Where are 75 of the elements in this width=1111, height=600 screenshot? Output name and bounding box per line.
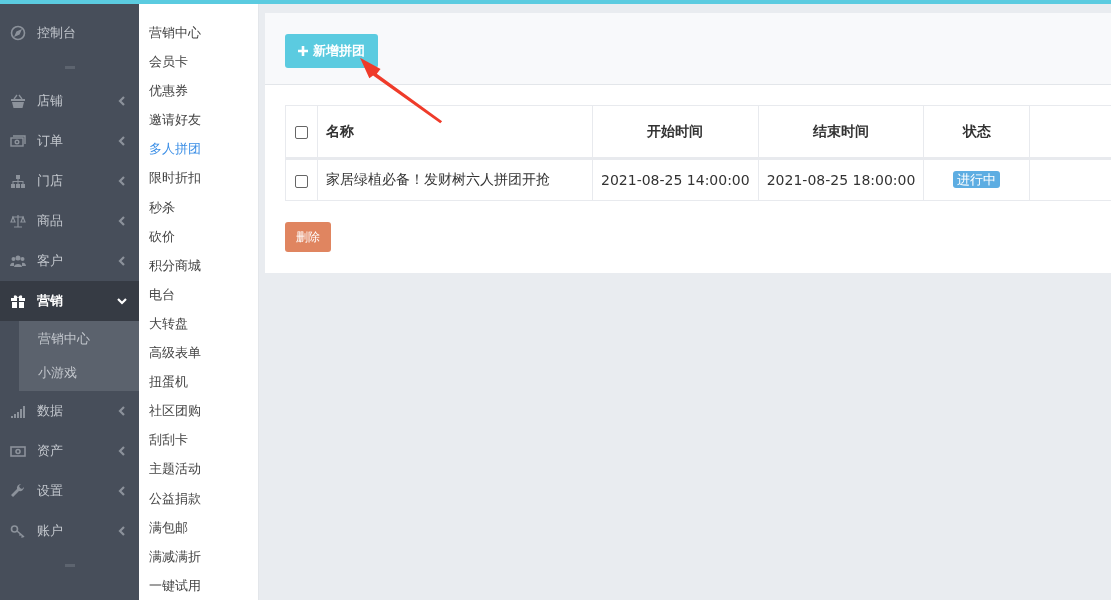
chevron-left-icon [117,486,127,496]
scale-icon [10,213,26,229]
menu-link[interactable]: 刮刮卡 [139,425,258,455]
sidebar-item[interactable]: 商品 [0,201,139,241]
cash-icon [10,443,26,459]
signal-icon [10,403,26,419]
chevron-left-icon [117,256,127,266]
menu-link[interactable]: 会员卡 [139,47,258,77]
money-icon [10,133,26,149]
chevron-left-icon [117,446,127,456]
wrench-icon [10,483,26,499]
column-header: 结束时间 [758,105,924,159]
compass-icon [10,25,26,41]
key-icon [10,523,26,539]
chevron-left-icon [117,216,127,226]
basket-icon [10,93,26,109]
menu-link[interactable]: 砍价 [139,221,258,251]
row-checkbox[interactable] [295,174,308,188]
menu-link[interactable]: 电台 [139,279,258,309]
menu-link[interactable]: 秒杀 [139,192,258,222]
sidebar-item-label: 订单 [37,132,64,150]
sidebar-item[interactable]: 数据 [0,391,139,431]
menu-link[interactable]: 营销中心 [139,18,258,48]
menu-link[interactable]: 限时折扣 [139,163,258,193]
sidebar-item-label: 客户 [37,252,64,270]
sidebar-item[interactable]: 客户 [0,241,139,281]
chevron-left-icon [117,96,127,106]
chevron-down-icon [117,296,127,306]
menu-link[interactable]: 一键试用 [139,570,258,600]
users-icon [10,253,26,269]
sidebar-item[interactable]: 设置 [0,471,139,511]
chevron-left-icon [117,176,127,186]
status-badge: 进行中 [953,171,1001,188]
chevron-left-icon [117,406,127,416]
menu-link[interactable]: 扭蛋机 [139,367,258,397]
sidebar-item-label: 资产 [37,442,64,460]
sidebar-subitem[interactable]: 营销中心 [19,322,139,356]
menu-link[interactable]: 积分商城 [139,250,258,280]
sidebar-item[interactable]: 店铺 [0,81,139,121]
sidebar-item-label: 数据 [37,402,64,420]
sitemap-icon [10,173,26,189]
menu-link[interactable]: 多人拼团 [139,134,258,164]
menu-link[interactable]: 优惠券 [139,76,258,106]
table-cell: 2021-08-25 18:00:00 [758,158,924,201]
table-cell: 家居绿植必备！发财树六人拼团开抢 [317,158,593,201]
sidebar-item[interactable]: 营销 [0,281,139,321]
sidebar-item[interactable]: 控制台 [0,13,139,53]
sidebar-subitem[interactable]: 小游戏 [19,356,139,390]
column-header: 状态 [923,105,1030,159]
sidebar-item-label: 设置 [37,482,64,500]
plus-icon [298,46,308,56]
chevron-left-icon [117,136,127,146]
menu-link[interactable]: 公益捐款 [139,483,258,513]
sidebar-item-label: 商品 [37,212,64,230]
sidebar-item-label: 门店 [37,172,64,190]
menu-link[interactable]: 邀请好友 [139,105,258,135]
sidebar-item-label: 控制台 [37,24,77,42]
sidebar-item-label: 营销 [37,292,64,310]
select-all-checkbox[interactable] [295,126,308,139]
sidebar-item[interactable]: 订单 [0,121,139,161]
menu-link[interactable]: 高级表单 [139,338,258,368]
menu-link[interactable]: 大转盘 [139,308,258,339]
sidebar-item[interactable]: 账户 [0,511,139,551]
column-header: 开始时间 [592,105,759,159]
sidebar-item[interactable]: 资产 [0,431,139,471]
sidebar-item-label: 店铺 [37,92,64,110]
menu-link[interactable]: 社区团购 [139,396,258,426]
sidebar-item[interactable]: 门店 [0,161,139,201]
sidebar-item-label: 账户 [37,522,64,540]
menu-link[interactable]: 满减满折 [139,541,258,571]
table-cell: 2021-08-25 14:00:00 [592,158,759,201]
menu-link[interactable]: 满包邮 [139,512,258,542]
menu-link[interactable]: 主题活动 [139,454,258,484]
gift-icon [10,293,26,309]
chevron-left-icon [117,526,127,536]
